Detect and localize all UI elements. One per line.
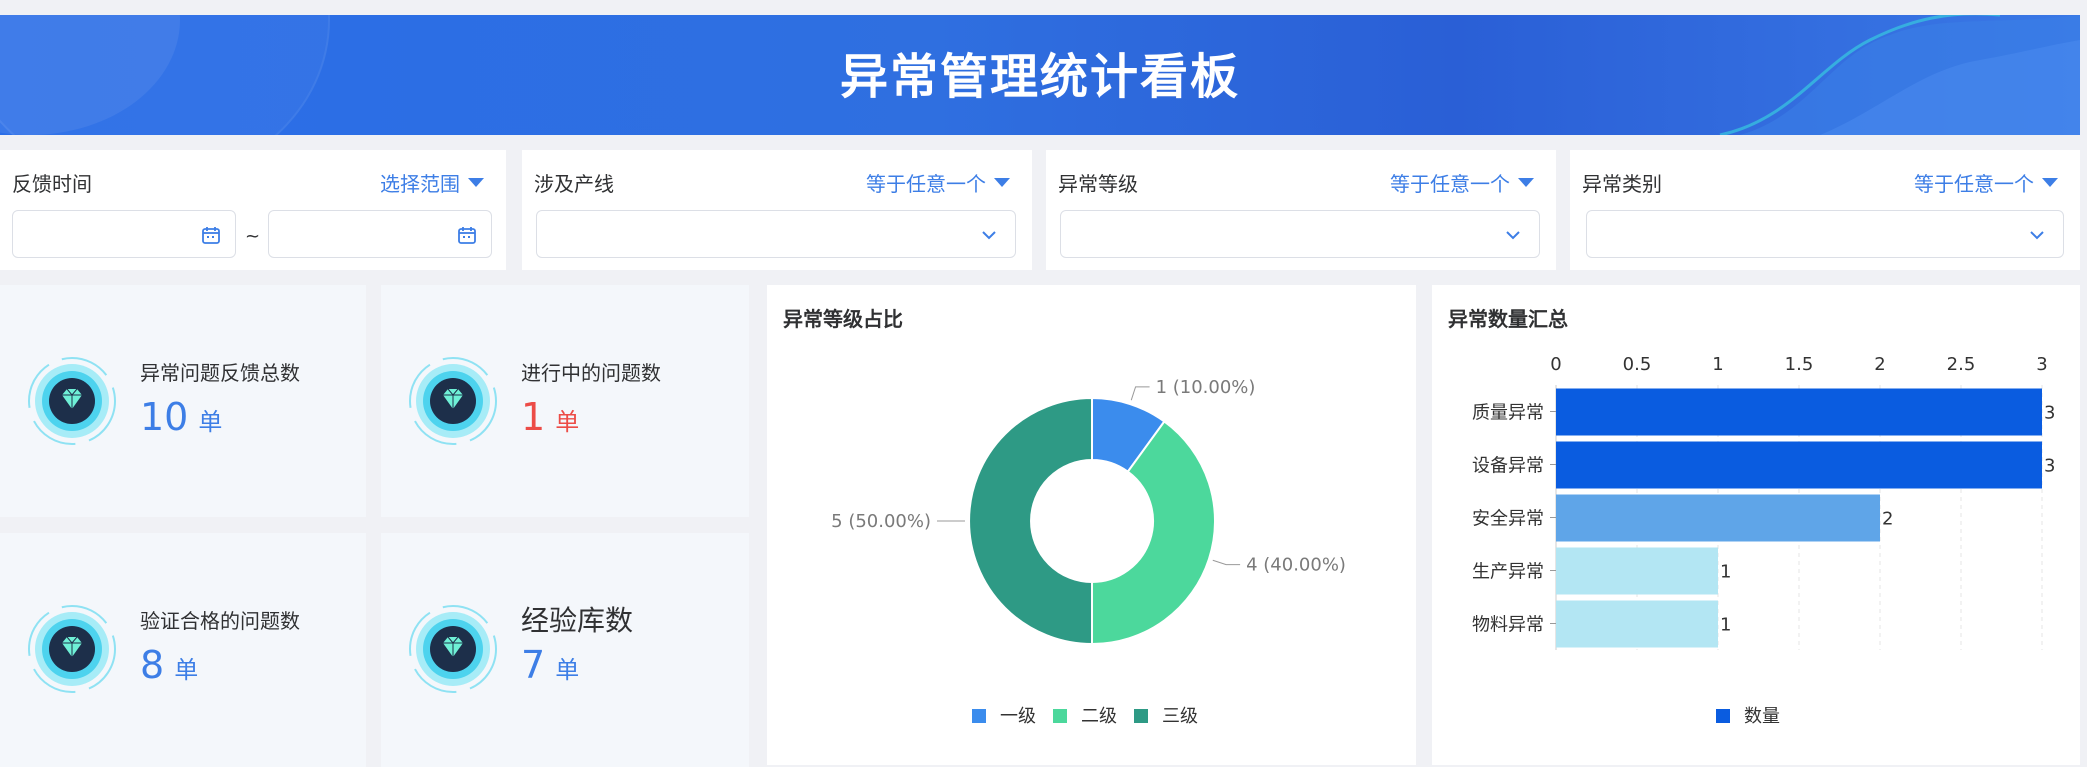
diamond-icon bbox=[26, 603, 118, 699]
caret-down-icon bbox=[994, 178, 1010, 187]
filter-mode-label: 选择范围 bbox=[380, 172, 460, 196]
exception-level-ratio-panel: 1 (10.00%) 4 (40.00%) 5 (50.00%) 一级 二级 三级 异常等… bbox=[767, 285, 1416, 765]
filter-exception-level: 异常等级 等于任意一个 bbox=[1046, 150, 1556, 270]
stat-card-experience-library: 经验库数 7单 bbox=[381, 533, 749, 767]
legend-label: 三级 bbox=[1162, 706, 1198, 727]
bar bbox=[1556, 441, 2042, 489]
legend-swatch bbox=[972, 709, 986, 723]
diamond-icon bbox=[407, 603, 499, 699]
calendar-icon bbox=[458, 227, 476, 244]
filter-mode-dropdown[interactable]: 等于任意一个 bbox=[1914, 168, 2058, 197]
filter-mode-label: 等于任意一个 bbox=[1914, 172, 2034, 196]
bar bbox=[1556, 600, 1718, 648]
x-tick-label: 2.5 bbox=[1947, 354, 1976, 375]
bar-value-label: 2 bbox=[1882, 509, 1893, 530]
filter-mode-dropdown[interactable]: 选择范围 bbox=[380, 168, 484, 197]
filter-label: 异常等级 bbox=[1058, 172, 1138, 196]
category-label: 质量异常 bbox=[1472, 403, 1544, 424]
filter-label: 反馈时间 bbox=[12, 172, 92, 196]
date-range-separator: ~ bbox=[245, 226, 261, 247]
bar-chart: 0 0.5 1 1.5 2 2.5 3 质量异常 3 设备异常 3 安全异常 2 生产异常 1 物料异常 1 数量 bbox=[1472, 354, 2055, 727]
production-line-select[interactable] bbox=[536, 210, 1016, 258]
stat-number: 10 bbox=[140, 395, 189, 439]
stat-unit: 单 bbox=[174, 656, 199, 684]
stat-label: 经验库数 bbox=[521, 604, 634, 637]
legend-label: 数量 bbox=[1744, 706, 1780, 727]
data-label: 5 (50.00%) bbox=[831, 511, 931, 532]
stat-label: 异常问题反馈总数 bbox=[140, 361, 300, 385]
donut-chart: 1 (10.00%) 4 (40.00%) 5 (50.00%) 一级 二级 三级 bbox=[831, 377, 1346, 727]
chevron-down-icon bbox=[1506, 231, 1520, 240]
data-label: 1 (10.00%) bbox=[1156, 377, 1256, 398]
filter-production-line: 涉及产线 等于任意一个 bbox=[522, 150, 1032, 270]
diamond-icon bbox=[407, 355, 499, 451]
bar bbox=[1556, 547, 1718, 595]
chevron-down-icon bbox=[982, 231, 996, 240]
legend-label: 一级 bbox=[1000, 706, 1036, 727]
x-tick-label: 0 bbox=[1550, 354, 1561, 375]
stat-unit: 单 bbox=[555, 408, 580, 436]
legend-swatch bbox=[1716, 709, 1730, 723]
bar-value-label: 3 bbox=[2044, 456, 2055, 477]
x-tick-label: 1.5 bbox=[1785, 354, 1814, 375]
stat-number: 7 bbox=[521, 643, 546, 687]
stat-card-in-progress: 进行中的问题数 1单 bbox=[381, 285, 749, 517]
stat-number: 1 bbox=[521, 395, 546, 439]
filter-feedback-time: 反馈时间 选择范围 ~ bbox=[0, 150, 506, 270]
chart-title: 异常等级占比 bbox=[783, 307, 903, 331]
stat-unit: 单 bbox=[555, 656, 580, 684]
header-banner: 异常管理统计看板 bbox=[0, 15, 2080, 135]
bar-value-label: 3 bbox=[2044, 403, 2055, 424]
exception-category-select[interactable] bbox=[1586, 210, 2064, 258]
stat-number: 8 bbox=[140, 643, 165, 687]
bar bbox=[1556, 494, 1880, 542]
chart-title: 异常数量汇总 bbox=[1448, 307, 1568, 331]
exception-count-summary-panel: 0 0.5 1 1.5 2 2.5 3 质量异常 3 设备异常 3 安全异常 2 生产异常 1 物料异常 1 数量… bbox=[1432, 285, 2080, 765]
chevron-down-icon bbox=[2030, 231, 2044, 240]
label-leader-line bbox=[1212, 559, 1241, 566]
x-tick-label: 3 bbox=[2036, 354, 2047, 375]
start-date-input[interactable] bbox=[12, 210, 236, 258]
filter-mode-dropdown[interactable]: 等于任意一个 bbox=[1390, 168, 1534, 197]
exception-level-select[interactable] bbox=[1060, 210, 1540, 258]
x-tick-label: 1 bbox=[1712, 354, 1723, 375]
stat-label: 验证合格的问题数 bbox=[140, 609, 300, 633]
filter-mode-label: 等于任意一个 bbox=[866, 172, 986, 196]
filter-label: 涉及产线 bbox=[534, 172, 614, 196]
stat-value: 10 单 bbox=[140, 395, 222, 439]
bar-value-label: 1 bbox=[1720, 615, 1731, 636]
bar-value-label: 1 bbox=[1720, 562, 1731, 583]
caret-down-icon bbox=[468, 178, 484, 187]
filter-exception-category: 异常类别 等于任意一个 bbox=[1570, 150, 2080, 270]
filter-label: 异常类别 bbox=[1582, 172, 1662, 196]
stat-card-total-feedback: 异常问题反馈总数 10 单 bbox=[0, 285, 366, 517]
stat-unit: 单 bbox=[198, 408, 223, 436]
category-label: 生产异常 bbox=[1472, 562, 1544, 583]
stat-label: 进行中的问题数 bbox=[521, 361, 661, 385]
filter-mode-label: 等于任意一个 bbox=[1390, 172, 1510, 196]
stat-value: 8单 bbox=[140, 643, 198, 687]
stat-value: 7单 bbox=[521, 643, 579, 687]
category-label: 安全异常 bbox=[1472, 509, 1544, 530]
donut-slice bbox=[968, 396, 1093, 646]
x-tick-label: 0.5 bbox=[1623, 354, 1652, 375]
legend-swatch bbox=[1134, 709, 1148, 723]
end-date-input[interactable] bbox=[268, 210, 492, 258]
stat-card-verified: 验证合格的问题数 8单 bbox=[0, 533, 366, 767]
legend-swatch bbox=[1053, 709, 1067, 723]
category-label: 设备异常 bbox=[1472, 456, 1544, 477]
x-tick-label: 2 bbox=[1874, 354, 1885, 375]
calendar-icon bbox=[202, 227, 220, 244]
filter-mode-dropdown[interactable]: 等于任意一个 bbox=[866, 168, 1010, 197]
stat-value: 1单 bbox=[521, 395, 579, 439]
category-label: 物料异常 bbox=[1472, 615, 1544, 636]
legend-label: 二级 bbox=[1081, 706, 1117, 727]
page-title: 异常管理统计看板 bbox=[839, 49, 1240, 105]
data-label: 4 (40.00%) bbox=[1246, 555, 1346, 576]
bar bbox=[1556, 388, 2042, 436]
label-leader-line bbox=[1130, 386, 1150, 401]
caret-down-icon bbox=[1518, 178, 1534, 187]
diamond-icon bbox=[26, 355, 118, 451]
caret-down-icon bbox=[2042, 178, 2058, 187]
